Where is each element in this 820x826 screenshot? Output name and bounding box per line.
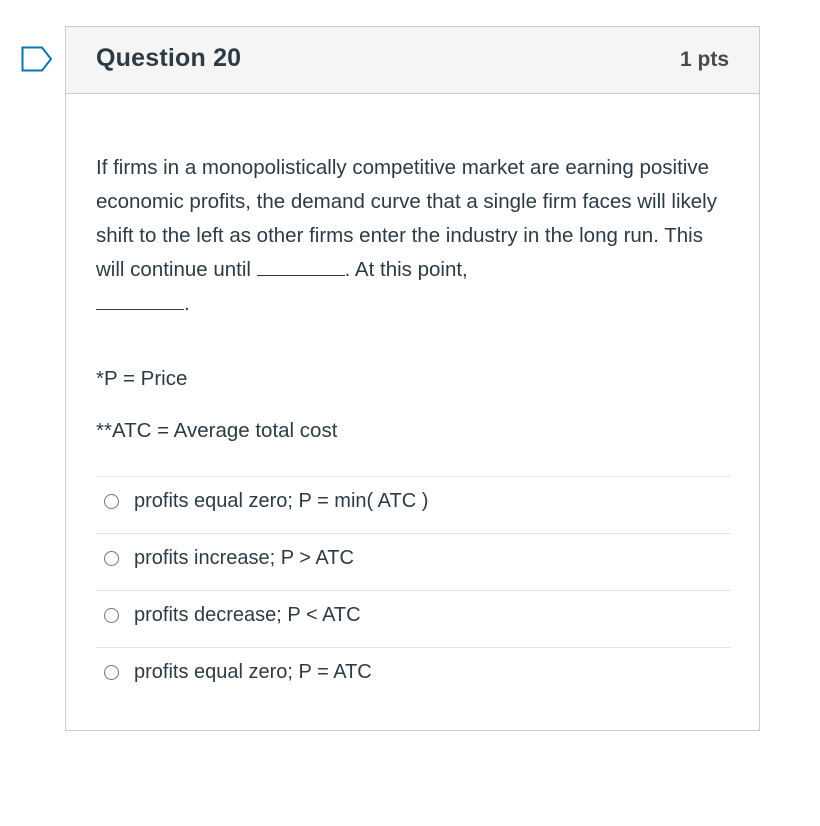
flag-question-icon[interactable] bbox=[21, 46, 53, 72]
note-atc: **ATC = Average total cost bbox=[96, 419, 338, 442]
question-points: 1 pts bbox=[679, 48, 729, 71]
answer-label: profits equal zero; P = min( ATC ) bbox=[134, 490, 429, 512]
answer-option-2[interactable]: profits increase; P > ATC bbox=[96, 533, 731, 590]
answer-label: profits equal zero; P = ATC bbox=[134, 661, 372, 683]
radio-button-icon[interactable] bbox=[104, 665, 119, 680]
fill-blank-2 bbox=[96, 287, 184, 310]
radio-button-icon[interactable] bbox=[104, 494, 119, 509]
answer-label: profits decrease; P < ATC bbox=[134, 604, 361, 626]
answer-option-1[interactable]: profits equal zero; P = min( ATC ) bbox=[96, 476, 731, 533]
answer-list: profits equal zero; P = min( ATC ) profi… bbox=[96, 476, 731, 704]
question-title: Question 20 bbox=[96, 44, 242, 72]
question-header: Question 20 1 pts bbox=[66, 27, 759, 94]
radio-button-icon[interactable] bbox=[104, 551, 119, 566]
question-text-part2: . At this point, bbox=[344, 258, 468, 281]
question-text: If firms in a monopolistically competiti… bbox=[96, 151, 736, 321]
question-text-end: . bbox=[184, 292, 190, 315]
radio-button-icon[interactable] bbox=[104, 608, 119, 623]
answer-label: profits increase; P > ATC bbox=[134, 547, 354, 569]
note-price: *P = Price bbox=[96, 367, 188, 390]
question-card: Question 20 1 pts If firms in a monopoli… bbox=[65, 26, 760, 731]
question-body: If firms in a monopolistically competiti… bbox=[96, 151, 736, 442]
fill-blank-1 bbox=[256, 255, 345, 276]
answer-option-3[interactable]: profits decrease; P < ATC bbox=[96, 590, 731, 647]
answer-option-4[interactable]: profits equal zero; P = ATC bbox=[96, 647, 731, 704]
